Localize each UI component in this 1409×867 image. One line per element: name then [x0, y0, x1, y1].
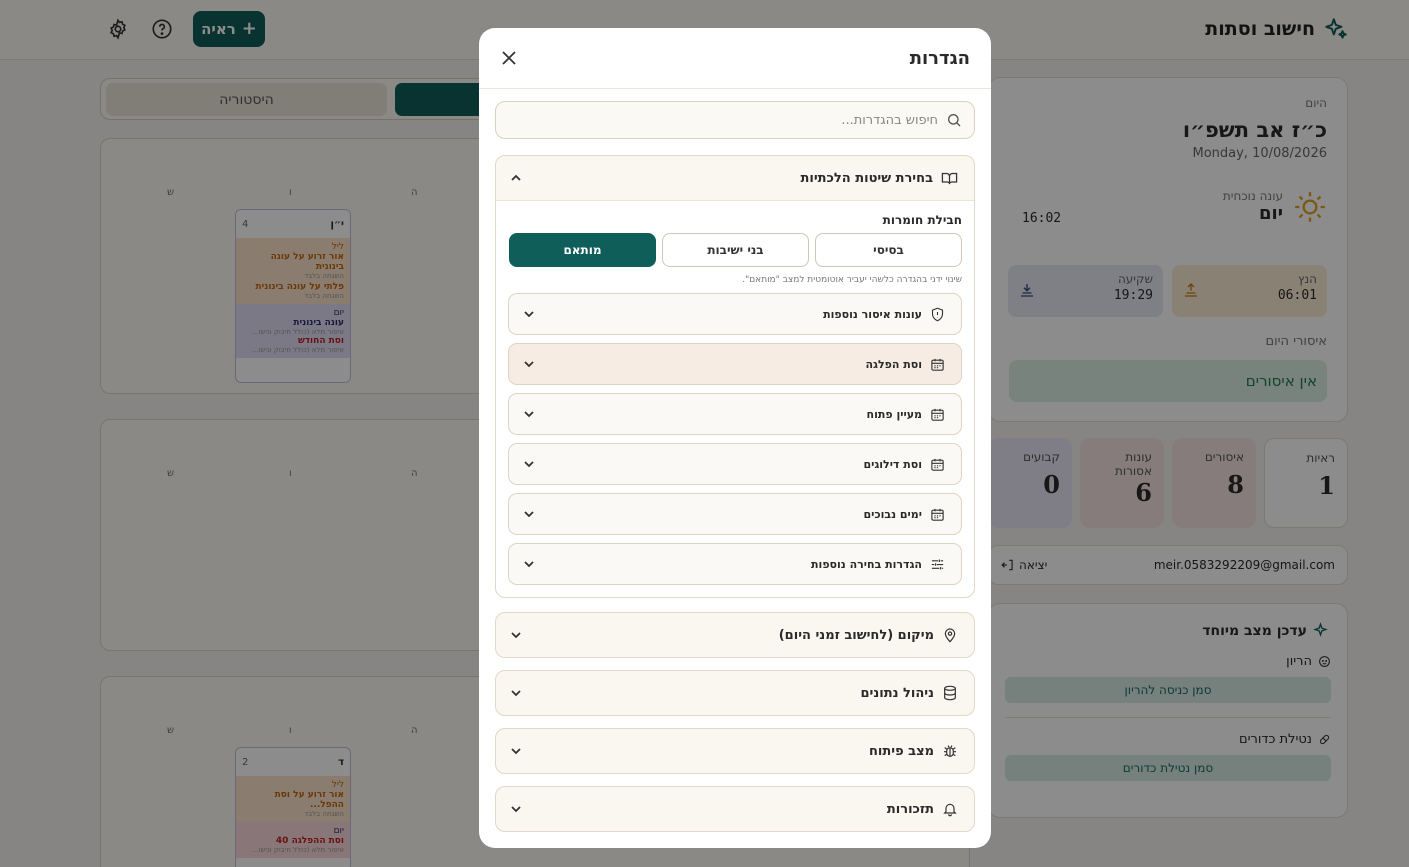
accordion-label: ימים נבוכים: [863, 507, 922, 521]
accordion-label: וסת הפלגה: [865, 357, 922, 371]
reminders-section[interactable]: תזכורות: [495, 786, 975, 832]
preset-basic-button[interactable]: בסיסי: [815, 233, 962, 267]
accordion-label: וסת דילוגים: [863, 457, 922, 471]
chevron-down-icon: [523, 408, 535, 420]
preset-selector: בסיסי בני ישיבות מותאם: [508, 233, 962, 267]
database-icon: [942, 685, 958, 701]
section-title: מצב פיתוח: [869, 743, 934, 759]
shield-icon: [930, 307, 945, 322]
calendar-icon: [930, 507, 945, 522]
modal-title: הגדרות: [909, 47, 970, 69]
location-section[interactable]: מיקום (לחישוב זמני היום): [495, 612, 975, 658]
halachic-section-title: בחירת שיטות הלכתיות: [800, 170, 933, 186]
accordion-label: עונות איסור נוספות: [823, 307, 922, 321]
calendar-icon: [930, 407, 945, 422]
accordion-label: מעיין פתוח: [866, 407, 922, 421]
accordion-label: הגדרות בחירה נוספות: [811, 557, 922, 571]
search-icon: [946, 112, 962, 128]
halachic-section-header[interactable]: בחירת שיטות הלכתיות: [496, 156, 974, 200]
accordion-veset-haflaga[interactable]: וסת הפלגה: [508, 343, 962, 385]
chevron-down-icon: [510, 629, 522, 641]
chevron-down-icon: [510, 687, 522, 699]
data-management-section[interactable]: ניהול נתונים: [495, 670, 975, 716]
search-input[interactable]: [508, 112, 938, 128]
book-open-icon: [941, 170, 958, 187]
settings-search: [495, 101, 975, 139]
modal-header: הגדרות: [479, 28, 991, 89]
chevron-down-icon: [523, 508, 535, 520]
chevron-down-icon: [510, 803, 522, 815]
section-title: ניהול נתונים: [860, 685, 934, 701]
map-pin-icon: [942, 627, 958, 643]
bug-icon: [942, 743, 958, 759]
bell-icon: [942, 801, 958, 817]
chevron-down-icon: [523, 308, 535, 320]
chevron-up-icon: [510, 172, 522, 184]
accordion-extra-onot[interactable]: עונות איסור נוספות: [508, 293, 962, 335]
accordion-veset-dilugim[interactable]: וסת דילוגים: [508, 443, 962, 485]
calendar-icon: [930, 457, 945, 472]
section-title: מיקום (לחישוב זמני היום): [778, 627, 934, 643]
preset-hint: שינוי ידני בהגדרה כלשהי יעביר אוטומטית ל…: [742, 275, 962, 285]
halachic-section-body: חבילת חומרות בסיסי בני ישיבות מותאם שינו…: [496, 200, 974, 597]
chevron-down-icon: [523, 458, 535, 470]
settings-modal: הגדרות בחירת שיטות הלכתיות חבילת חומרות …: [479, 28, 991, 848]
accordion-extra-settings[interactable]: הגדרות בחירה נוספות: [508, 543, 962, 585]
accordion-yamim-nevuchim[interactable]: ימים נבוכים: [508, 493, 962, 535]
dev-mode-section[interactable]: מצב פיתוח: [495, 728, 975, 774]
preset-label: חבילת חומרות: [882, 213, 962, 227]
chevron-down-icon: [523, 558, 535, 570]
sliders-icon: [930, 557, 945, 572]
preset-custom-button[interactable]: מותאם: [509, 233, 656, 267]
halachic-section: בחירת שיטות הלכתיות חבילת חומרות בסיסי ב…: [495, 155, 975, 598]
close-button[interactable]: [499, 48, 519, 68]
chevron-down-icon: [510, 745, 522, 757]
section-title: תזכורות: [886, 801, 934, 817]
preset-yeshiva-button[interactable]: בני ישיבות: [662, 233, 809, 267]
accordion-maayan-patuach[interactable]: מעיין פתוח: [508, 393, 962, 435]
calendar-icon: [930, 357, 945, 372]
chevron-down-icon: [523, 358, 535, 370]
close-icon: [502, 51, 516, 65]
